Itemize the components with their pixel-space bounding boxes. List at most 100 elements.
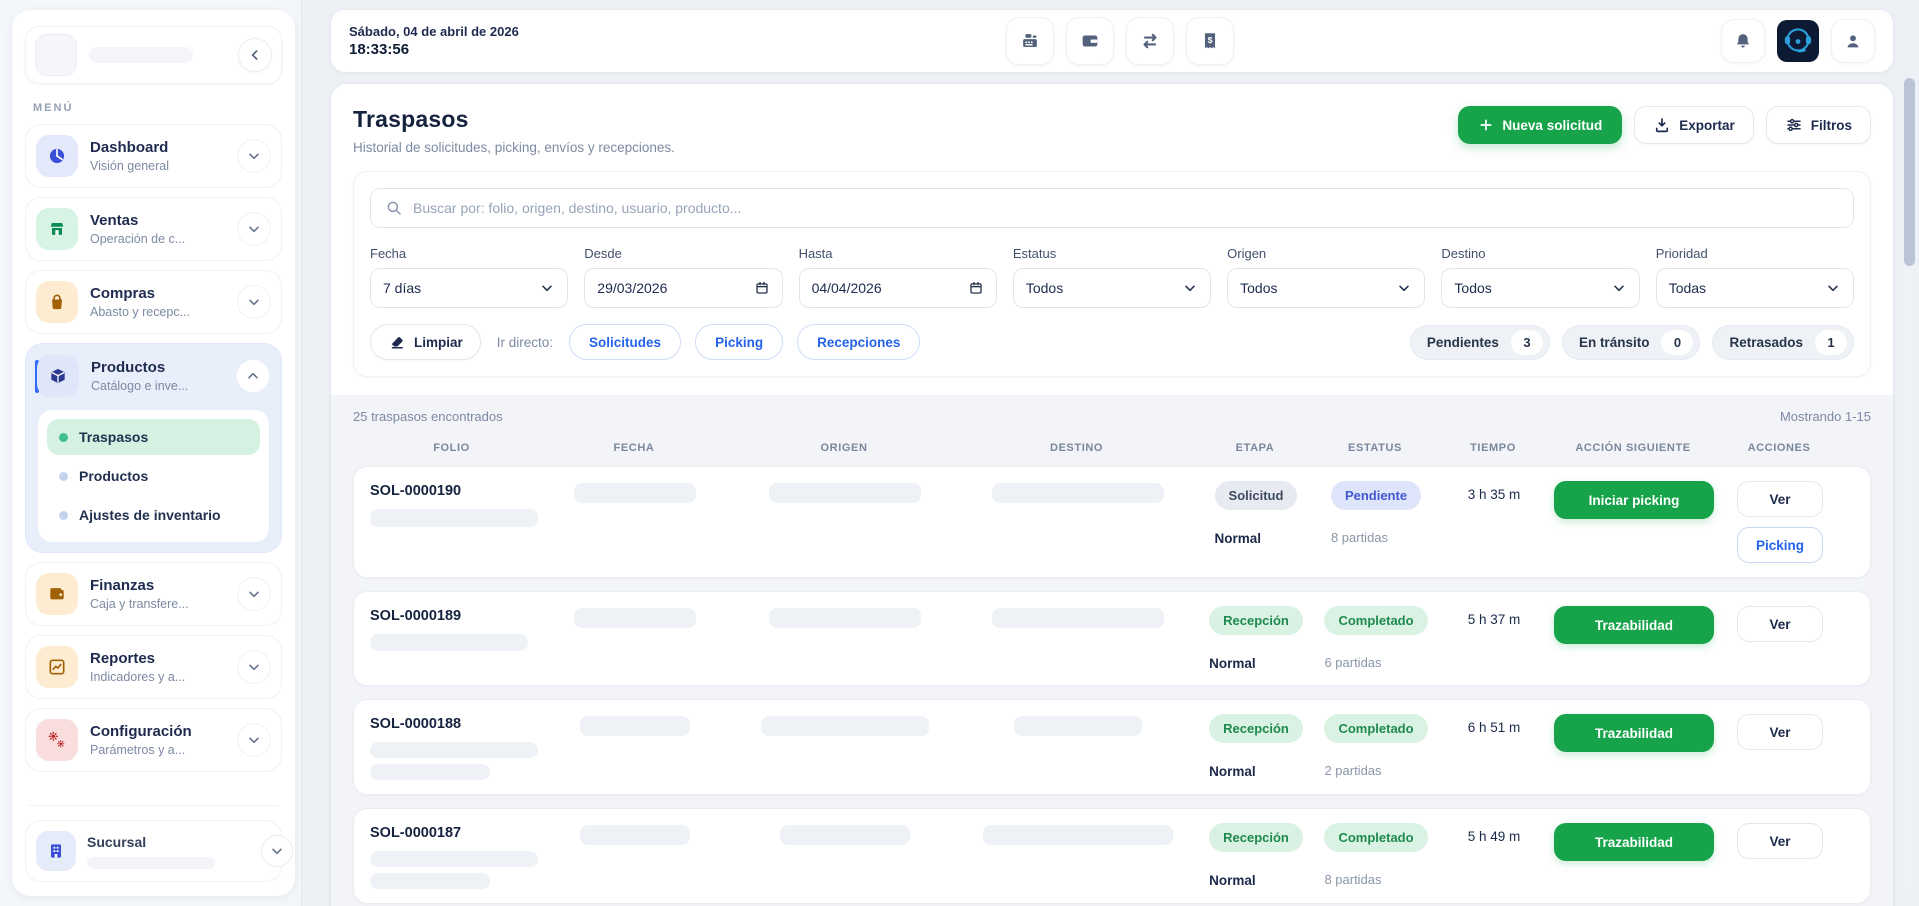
dot-icon xyxy=(59,472,68,481)
sidebar: MENÚ Dashboard Visión general Ventas Ope… xyxy=(12,10,295,896)
notifications-button[interactable] xyxy=(1721,19,1765,63)
direct-link-picking[interactable]: Picking xyxy=(695,324,783,360)
next-action-button[interactable]: Iniciar picking xyxy=(1554,481,1714,519)
invoice-button[interactable] xyxy=(1186,17,1234,65)
ver-button[interactable]: Ver xyxy=(1737,481,1823,517)
filter-field-prioridad: Prioridad Todas xyxy=(1656,246,1854,308)
chevron-down-icon[interactable] xyxy=(237,650,271,684)
counter-pendientes[interactable]: Pendientes 3 xyxy=(1410,325,1550,360)
sidebar-item-ventas[interactable]: Ventas Operación de c... xyxy=(25,197,282,261)
next-action-button[interactable]: Trazabilidad xyxy=(1554,823,1714,861)
export-button[interactable]: Exportar xyxy=(1634,106,1754,144)
redacted-fecha xyxy=(580,825,690,845)
chevron-down-icon[interactable] xyxy=(237,139,271,173)
status-chip: Completado xyxy=(1324,714,1427,743)
tiempo-value: 3 h 35 m xyxy=(1468,487,1521,502)
folio-value: SOL-0000188 xyxy=(370,716,461,732)
hasta-date-input[interactable]: 04/04/2026 xyxy=(799,268,997,308)
direct-link-recepciones[interactable]: Recepciones xyxy=(797,324,920,360)
chevron-up-icon[interactable] xyxy=(236,359,270,393)
filter-quick-row: Limpiar Ir directo: Solicitudes Picking … xyxy=(370,324,1854,360)
redacted-text xyxy=(370,873,490,889)
ver-button[interactable]: Ver xyxy=(1737,606,1823,642)
fecha-select[interactable]: 7 días xyxy=(370,268,568,308)
productos-submenu: Traspasos Productos Ajustes de inventari… xyxy=(38,410,269,542)
chevron-down-icon[interactable] xyxy=(237,212,271,246)
sidebar-collapse-button[interactable] xyxy=(238,38,272,72)
estatus-select[interactable]: Todos xyxy=(1013,268,1211,308)
app-name-placeholder xyxy=(89,47,193,63)
origen-select[interactable]: Todos xyxy=(1227,268,1425,308)
filter-field-origen: Origen Todos xyxy=(1227,246,1425,308)
partidas-label: 8 partidas xyxy=(1324,872,1381,887)
filter-panel: Fecha 7 días Desde 29/03/2026 Hasta 04/0… xyxy=(353,171,1871,377)
topbar: Sábado, 04 de abril de 2026 18:33:56 xyxy=(331,10,1893,72)
products-icon xyxy=(37,355,79,397)
sidebar-zone: MENÚ Dashboard Visión general Ventas Ope… xyxy=(0,0,302,906)
tiempo-value: 5 h 37 m xyxy=(1468,612,1521,627)
sidebar-item-title: Compras xyxy=(90,285,190,302)
sidebar-item-compras[interactable]: Compras Abasto y recepc... xyxy=(25,270,282,334)
picking-button[interactable]: Picking xyxy=(1737,527,1823,563)
chevron-down-icon[interactable] xyxy=(237,577,271,611)
tiempo-value: 5 h 49 m xyxy=(1468,829,1521,844)
sidebar-item-productos[interactable]: Productos Catálogo e inve... xyxy=(26,344,281,408)
filters-button[interactable]: Filtros xyxy=(1766,106,1871,144)
sidebar-item-title: Ventas xyxy=(90,212,185,229)
destino-select[interactable]: Todos xyxy=(1441,268,1639,308)
counter-badge: 1 xyxy=(1815,330,1847,355)
sidebar-subitem-traspasos[interactable]: Traspasos xyxy=(47,419,260,455)
ver-button[interactable]: Ver xyxy=(1737,714,1823,750)
chevron-down-icon[interactable] xyxy=(237,723,271,757)
finance-icon xyxy=(36,573,78,615)
dot-icon xyxy=(59,511,68,520)
cash-register-icon xyxy=(1019,30,1041,52)
search-input[interactable] xyxy=(413,200,1839,216)
chevron-down-icon xyxy=(1611,280,1627,296)
reports-icon xyxy=(36,646,78,688)
new-request-button[interactable]: Nueva solicitud xyxy=(1458,106,1622,144)
column-header: ESTATUS xyxy=(1311,442,1439,454)
wallet-button[interactable] xyxy=(1066,17,1114,65)
prioridad-select[interactable]: Todas xyxy=(1656,268,1854,308)
branch-selector[interactable]: Sucursal xyxy=(25,820,282,882)
redacted-origen xyxy=(761,716,929,736)
next-action-button[interactable]: Trazabilidad xyxy=(1554,714,1714,752)
ver-button[interactable]: Ver xyxy=(1737,823,1823,859)
counter-en-transito[interactable]: En tránsito 0 xyxy=(1562,325,1701,360)
cash-register-button[interactable] xyxy=(1006,17,1054,65)
scrollbar-thumb[interactable] xyxy=(1904,78,1915,266)
sidebar-item-finanzas[interactable]: Finanzas Caja y transfere... xyxy=(25,562,282,626)
sidebar-item-dashboard[interactable]: Dashboard Visión general xyxy=(25,124,282,188)
menu-section-label: MENÚ xyxy=(33,102,274,114)
counter-badge: 0 xyxy=(1661,330,1693,355)
column-header: ETAPA xyxy=(1199,442,1311,454)
sidebar-item-configuracion[interactable]: Configuración Parámetros y a... xyxy=(25,708,282,772)
table-row: SOL-0000190 SolicitudNormal Pendiente8 p… xyxy=(353,466,1871,578)
counter-retrasados[interactable]: Retrasados 1 xyxy=(1712,325,1854,360)
avatar[interactable] xyxy=(1777,20,1819,62)
sidebar-item-reportes[interactable]: Reportes Indicadores y a... xyxy=(25,635,282,699)
chevron-down-icon[interactable] xyxy=(237,285,271,319)
redacted-fecha xyxy=(574,608,696,628)
calendar-icon xyxy=(754,280,770,296)
clear-filters-button[interactable]: Limpiar xyxy=(370,324,481,360)
transfers-button[interactable] xyxy=(1126,17,1174,65)
desde-date-input[interactable]: 29/03/2026 xyxy=(584,268,782,308)
page-header: Traspasos Historial de solicitudes, pick… xyxy=(353,106,1871,155)
filter-field-destino: Destino Todos xyxy=(1441,246,1639,308)
chevron-down-icon[interactable] xyxy=(261,835,293,867)
sidebar-subitem-productos[interactable]: Productos xyxy=(47,458,260,494)
redacted-origen xyxy=(769,483,921,503)
direct-link-solicitudes[interactable]: Solicitudes xyxy=(569,324,681,360)
redacted-destino xyxy=(983,825,1173,845)
current-time: 18:33:56 xyxy=(349,41,519,58)
sidebar-item-subtitle: Visión general xyxy=(90,159,169,173)
priority-label: Normal xyxy=(1209,873,1256,888)
sidebar-subitem-ajustes[interactable]: Ajustes de inventario xyxy=(47,497,260,533)
sidebar-item-subtitle: Caja y transfere... xyxy=(90,597,189,611)
next-action-button[interactable]: Trazabilidad xyxy=(1554,606,1714,644)
user-menu-button[interactable] xyxy=(1831,19,1875,63)
folio-value: SOL-0000190 xyxy=(370,483,461,499)
subitem-label: Productos xyxy=(79,468,148,484)
